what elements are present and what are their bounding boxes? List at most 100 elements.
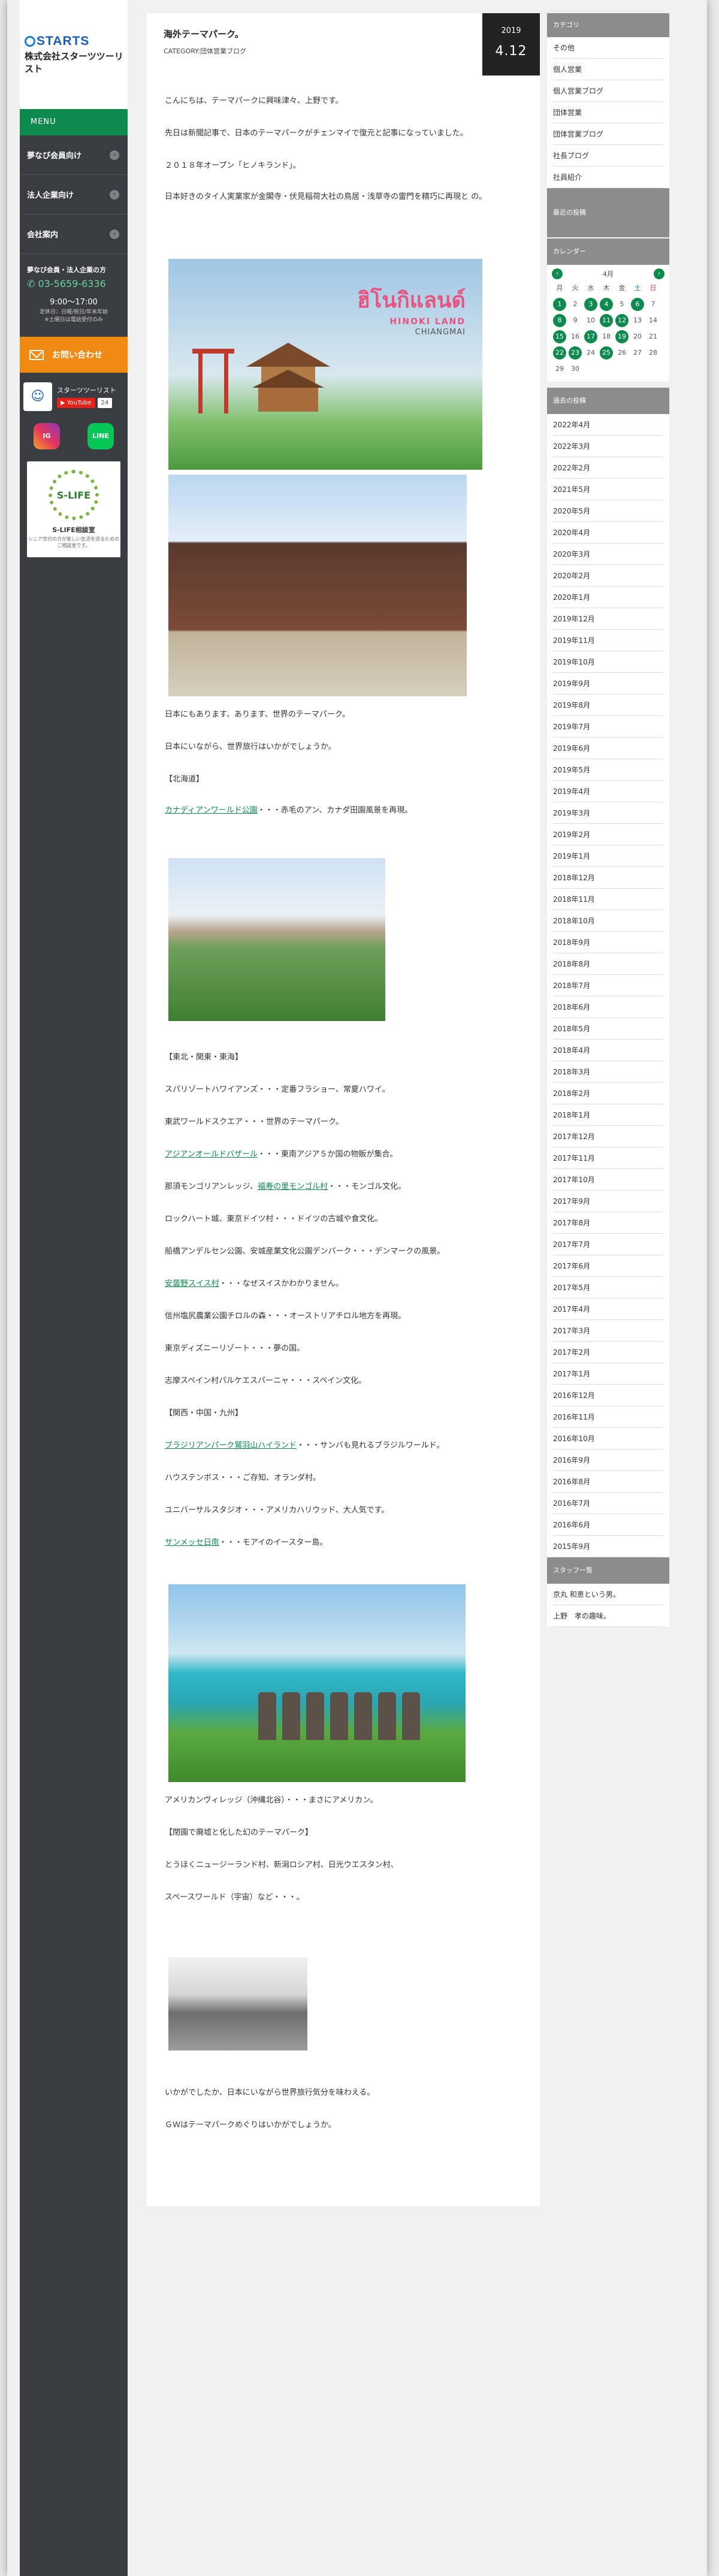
archive-item[interactable]: 2019年8月: [553, 694, 663, 716]
archive-item[interactable]: 2019年4月: [553, 781, 663, 802]
archive-item[interactable]: 2018年2月: [553, 1083, 663, 1104]
archive-item[interactable]: 2016年10月: [553, 1428, 663, 1449]
archive-item[interactable]: 2019年10月: [553, 651, 663, 673]
archive-item[interactable]: 2017年6月: [553, 1255, 663, 1277]
archive-item[interactable]: 2017年11月: [553, 1147, 663, 1169]
calendar-day-with-post[interactable]: 19: [615, 330, 629, 343]
archive-item[interactable]: 2016年8月: [553, 1471, 663, 1493]
archive-item[interactable]: 2020年2月: [553, 565, 663, 587]
calendar-day-with-post[interactable]: 23: [569, 346, 582, 360]
company-logo[interactable]: STARTS 株式会社スターツツーリスト: [20, 0, 128, 109]
archive-item[interactable]: 2018年10月: [553, 910, 663, 932]
link-swiss-village[interactable]: 安曇野スイス村: [165, 1279, 219, 1288]
hinoki-en: HINOKI LAND: [389, 317, 466, 327]
contact-heading: 夢なび会員・法人企業の方: [27, 266, 106, 274]
archive-item[interactable]: 2017年7月: [553, 1234, 663, 1255]
archive-item[interactable]: 2020年3月: [553, 543, 663, 565]
calendar-next-button[interactable]: ›: [654, 268, 664, 279]
archive-item[interactable]: 2019年5月: [553, 759, 663, 781]
line-icon[interactable]: LINE: [87, 423, 114, 450]
archive-item[interactable]: 2016年7月: [553, 1493, 663, 1514]
archive-item[interactable]: 2017年8月: [553, 1212, 663, 1234]
youtube-label: YouTube: [67, 400, 92, 407]
archive-item[interactable]: 2017年5月: [553, 1277, 663, 1298]
link-brazilian-park[interactable]: ブラジリアンパーク鷲羽山ハイランド: [165, 1441, 297, 1450]
instagram-icon[interactable]: IG: [34, 423, 60, 450]
archive-item[interactable]: 2017年1月: [553, 1363, 663, 1385]
archive-item[interactable]: 2022年3月: [553, 436, 663, 457]
archive-item[interactable]: 2019年9月: [553, 673, 663, 694]
contact-phone[interactable]: ✆ 03-5659-6336: [27, 278, 120, 289]
calendar-day-with-post[interactable]: 17: [584, 330, 597, 343]
archive-item[interactable]: 2020年1月: [553, 587, 663, 608]
archive-item[interactable]: 2022年2月: [553, 457, 663, 479]
youtube-button[interactable]: ▶ YouTube: [57, 398, 95, 409]
calendar-day-with-post[interactable]: 1: [553, 298, 566, 311]
staff-item[interactable]: 上野 孝の趣味。: [553, 1605, 663, 1627]
calendar-day-with-post[interactable]: 15: [553, 330, 566, 343]
archive-item[interactable]: 2016年12月: [553, 1385, 663, 1406]
archive-item[interactable]: 2021年5月: [553, 479, 663, 500]
archive-item[interactable]: 2017年3月: [553, 1320, 663, 1342]
staff-item[interactable]: 京丸 和恵という男。: [553, 1584, 663, 1605]
archive-item[interactable]: 2016年9月: [553, 1449, 663, 1471]
archive-item[interactable]: 2018年1月: [553, 1104, 663, 1126]
archive-item[interactable]: 2018年4月: [553, 1040, 663, 1061]
link-sunmesse[interactable]: サンメッセ日南: [165, 1538, 219, 1547]
archive-item[interactable]: 2019年11月: [553, 630, 663, 651]
category-item[interactable]: 団体営業: [553, 102, 663, 123]
archive-item[interactable]: 2019年12月: [553, 608, 663, 630]
calendar-day-with-post[interactable]: 6: [631, 298, 644, 311]
archive-item[interactable]: 2018年11月: [553, 889, 663, 910]
nav-item-company[interactable]: 会社案内 ›: [20, 215, 128, 254]
nav-item-label: 法人企業向け: [27, 191, 74, 200]
archive-item[interactable]: 2016年11月: [553, 1406, 663, 1428]
post-text: ・・・なぜスイスかわかりません。: [219, 1279, 343, 1288]
archive-item[interactable]: 2019年6月: [553, 738, 663, 759]
calendar-prev-button[interactable]: ‹: [552, 268, 563, 279]
calendar-day-with-post[interactable]: 11: [600, 314, 613, 327]
archive-item[interactable]: 2015年9月: [553, 1536, 663, 1557]
pagoda-shape: [246, 343, 330, 412]
category-item[interactable]: その他: [553, 37, 663, 59]
archive-item[interactable]: 2018年7月: [553, 975, 663, 996]
calendar-day-with-post[interactable]: 25: [600, 346, 613, 360]
nav-item-corporate[interactable]: 法人企業向け ›: [20, 175, 128, 215]
archive-item[interactable]: 2018年9月: [553, 932, 663, 953]
archive-item[interactable]: 2018年8月: [553, 953, 663, 975]
inquiry-button[interactable]: お問い合わせ: [20, 337, 128, 373]
calendar-day-with-post[interactable]: 3: [584, 298, 597, 311]
category-item[interactable]: 社員紹介: [553, 167, 663, 188]
archive-item[interactable]: 2019年7月: [553, 716, 663, 738]
archive-item[interactable]: 2018年12月: [553, 867, 663, 889]
archive-item[interactable]: 2018年6月: [553, 996, 663, 1018]
category-item[interactable]: 個人営業ブログ: [553, 80, 663, 102]
archive-item[interactable]: 2017年4月: [553, 1298, 663, 1320]
calendar-day-with-post[interactable]: 4: [600, 298, 613, 311]
link-canadian-world[interactable]: カナディアンワールド公園: [165, 806, 258, 815]
archive-item[interactable]: 2017年12月: [553, 1126, 663, 1147]
archive-item[interactable]: 2020年5月: [553, 500, 663, 522]
post-paragraph: 安曇野スイス村・・・なぜスイスかわかりません。: [165, 1278, 500, 1291]
slife-banner[interactable]: S-LIFE S-LIFE相談室 シニア世代の方が楽しい生活を送るための ご相談…: [27, 461, 120, 558]
calendar-day-with-post[interactable]: 22: [553, 346, 566, 360]
category-item[interactable]: 社長ブログ: [553, 145, 663, 167]
category-item[interactable]: 個人営業: [553, 59, 663, 80]
archive-item[interactable]: 2018年3月: [553, 1061, 663, 1083]
archive-item[interactable]: 2017年10月: [553, 1169, 663, 1191]
calendar-day-with-post[interactable]: 12: [615, 314, 629, 327]
nav-item-members[interactable]: 夢なび会員向け ›: [20, 135, 128, 175]
category-item[interactable]: 団体営業ブログ: [553, 123, 663, 145]
archive-item[interactable]: 2019年2月: [553, 824, 663, 845]
archive-item[interactable]: 2018年5月: [553, 1018, 663, 1040]
link-mongol-village[interactable]: 福寿の里モンゴル村: [258, 1182, 328, 1191]
archive-item[interactable]: 2017年9月: [553, 1191, 663, 1212]
archive-item[interactable]: 2016年6月: [553, 1514, 663, 1536]
archive-item[interactable]: 2019年1月: [553, 845, 663, 867]
link-asian-bazaar[interactable]: アジアンオールドバザール: [165, 1150, 258, 1159]
archive-item[interactable]: 2020年4月: [553, 522, 663, 543]
archive-item[interactable]: 2019年3月: [553, 802, 663, 824]
archive-item[interactable]: 2017年2月: [553, 1342, 663, 1363]
calendar-day-with-post[interactable]: 8: [553, 314, 566, 327]
archive-item[interactable]: 2022年4月: [553, 414, 663, 436]
